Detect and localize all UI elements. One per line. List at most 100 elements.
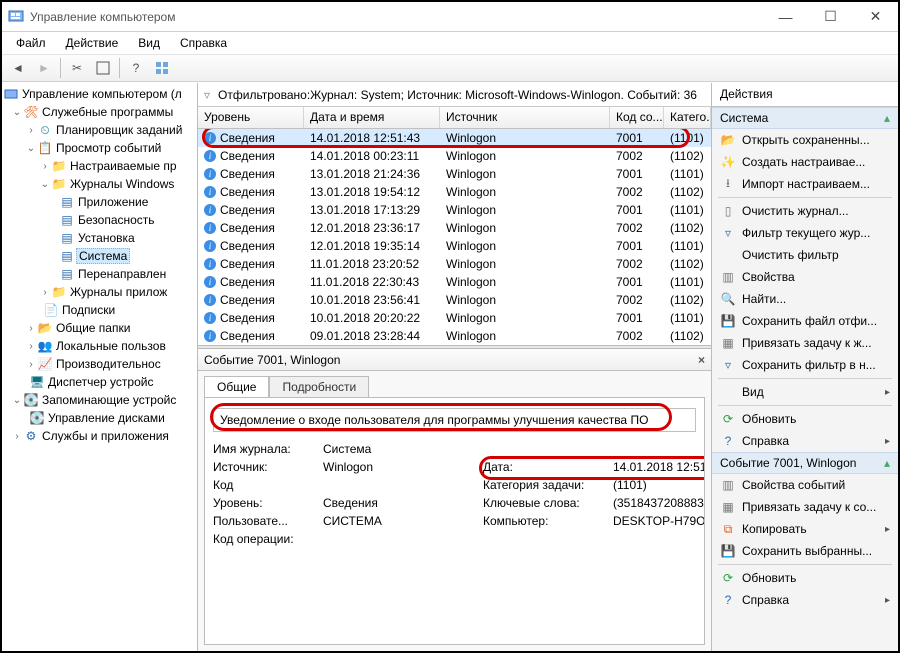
action-find[interactable]: 🔍Найти... (712, 288, 898, 310)
col-category[interactable]: Катего... (664, 107, 711, 128)
info-icon: i (204, 330, 216, 342)
table-row[interactable]: iСведения11.01.2018 22:30:43Winlogon7001… (198, 273, 711, 291)
tree-shared[interactable]: ›📂Общие папки (2, 319, 197, 337)
toolbar: ◄ ► ✂ ? (2, 54, 898, 82)
tree-storage[interactable]: ⌄💽Запоминающие устройс (2, 391, 197, 409)
event-grid[interactable]: Уровень Дата и время Источник Код со... … (198, 107, 711, 345)
details-header: Событие 7001, Winlogon × (198, 349, 711, 371)
action-help2[interactable]: ?Справка▸ (712, 589, 898, 611)
info-icon: i (204, 258, 216, 270)
copy-icon: ⧉ (720, 521, 736, 537)
menu-view[interactable]: Вид (130, 34, 168, 52)
tree-log-application[interactable]: ▤Приложение (2, 193, 197, 211)
action-clear-log[interactable]: ▯Очистить журнал... (712, 200, 898, 222)
table-row[interactable]: iСведения12.01.2018 23:36:17Winlogon7002… (198, 219, 711, 237)
tree-perf[interactable]: ›📈Производительнос (2, 355, 197, 373)
tree-eventviewer[interactable]: ⌄📋Просмотр событий (2, 139, 197, 157)
tab-general[interactable]: Общие (204, 376, 269, 398)
close-button[interactable]: ✕ (853, 3, 898, 31)
table-row[interactable]: iСведения11.01.2018 23:20:52Winlogon7002… (198, 255, 711, 273)
clear-icon: ▯ (720, 203, 736, 219)
table-row[interactable]: iСведения12.01.2018 19:35:14Winlogon7001… (198, 237, 711, 255)
tree-diskmgmt[interactable]: 💽Управление дисками (2, 409, 197, 427)
action-filter-current[interactable]: ▿Фильтр текущего жур... (712, 222, 898, 244)
toolbar-box-icon[interactable] (91, 56, 115, 80)
action-save-filter-to[interactable]: ▿Сохранить фильтр в н... (712, 354, 898, 376)
tree-customviews[interactable]: ›📁Настраиваемые пр (2, 157, 197, 175)
tree-log-forwarded[interactable]: ▤Перенаправлен (2, 265, 197, 283)
action-refresh2[interactable]: ⟳Обновить (712, 567, 898, 589)
action-save-selected[interactable]: 💾Сохранить выбранны... (712, 540, 898, 562)
actions-group-event[interactable]: Событие 7001, Winlogon▴ (712, 452, 898, 474)
table-row[interactable]: iСведения10.01.2018 23:56:41Winlogon7002… (198, 291, 711, 309)
titlebar: Управление компьютером — ☐ ✕ (2, 2, 898, 32)
details-body: Уведомление о входе пользователя для про… (204, 397, 705, 645)
new-view-icon: ✨ (720, 154, 736, 170)
tree-subscriptions[interactable]: 📄Подписки (2, 301, 197, 319)
action-import-custom[interactable]: ⭳Импорт настраиваем... (712, 173, 898, 195)
find-icon: 🔍 (720, 291, 736, 307)
action-event-props[interactable]: ▥Свойства событий (712, 474, 898, 496)
table-row[interactable]: iСведения14.01.2018 00:23:11Winlogon7002… (198, 147, 711, 165)
table-row[interactable]: iСведения13.01.2018 17:13:29Winlogon7001… (198, 201, 711, 219)
col-level[interactable]: Уровень (198, 107, 304, 128)
attach-icon: ▦ (720, 335, 736, 351)
action-copy[interactable]: ⧉Копировать▸ (712, 518, 898, 540)
action-attach-task2[interactable]: ▦Привязать задачу к со... (712, 496, 898, 518)
menu-file[interactable]: Файл (8, 34, 54, 52)
tree-localusers[interactable]: ›👥Локальные пользов (2, 337, 197, 355)
action-open-saved[interactable]: 📂Открыть сохраненны... (712, 129, 898, 151)
tree-scheduler[interactable]: ›⏲Планировщик заданий (2, 121, 197, 139)
action-save-filter-file[interactable]: 💾Сохранить файл отфи... (712, 310, 898, 332)
table-row[interactable]: iСведения09.01.2018 23:28:44Winlogon7002… (198, 327, 711, 345)
menubar: Файл Действие Вид Справка (2, 32, 898, 54)
col-source[interactable]: Источник (440, 107, 610, 128)
info-icon: i (204, 276, 216, 288)
help-icon: ? (720, 433, 736, 449)
table-row[interactable]: iСведения13.01.2018 19:54:12Winlogon7002… (198, 183, 711, 201)
minimize-button[interactable]: — (763, 3, 808, 31)
toolbar-tiles-icon[interactable] (150, 56, 174, 80)
funnel-icon: ▿ (204, 88, 210, 102)
action-view[interactable]: Вид▸ (712, 381, 898, 403)
action-refresh[interactable]: ⟳Обновить (712, 408, 898, 430)
menu-action[interactable]: Действие (58, 34, 127, 52)
action-properties[interactable]: ▥Свойства (712, 266, 898, 288)
nav-forward-button[interactable]: ► (32, 56, 56, 80)
action-attach-task[interactable]: ▦Привязать задачу к ж... (712, 332, 898, 354)
save-icon: 💾 (720, 313, 736, 329)
info-icon: i (204, 294, 216, 306)
action-create-custom[interactable]: ✨Создать настраивае... (712, 151, 898, 173)
tree-log-setup[interactable]: ▤Установка (2, 229, 197, 247)
grid-body[interactable]: iСведения14.01.2018 12:51:43Winlogon7001… (198, 129, 711, 345)
tree-devmgr[interactable]: 🖥Диспетчер устройс (2, 373, 197, 391)
tree-root[interactable]: Управление компьютером (л (2, 85, 197, 103)
tree-log-system[interactable]: ▤Система (2, 247, 197, 265)
details-close-button[interactable]: × (698, 353, 705, 367)
info-icon: i (204, 240, 216, 252)
tree-services[interactable]: ⌄🛠Служебные программы (2, 103, 197, 121)
col-eventid[interactable]: Код со... (610, 107, 664, 128)
tree-appsrvlogs[interactable]: ›📁Журналы прилож (2, 283, 197, 301)
import-icon: ⭳ (720, 176, 736, 192)
tree-pane[interactable]: Управление компьютером (л ⌄🛠Служебные пр… (2, 83, 198, 651)
col-datetime[interactable]: Дата и время (304, 107, 440, 128)
table-row[interactable]: iСведения10.01.2018 20:20:22Winlogon7001… (198, 309, 711, 327)
grid-header[interactable]: Уровень Дата и время Источник Код со... … (198, 107, 711, 129)
table-row[interactable]: iСведения13.01.2018 21:24:36Winlogon7001… (198, 165, 711, 183)
nav-back-button[interactable]: ◄ (6, 56, 30, 80)
menu-help[interactable]: Справка (172, 34, 235, 52)
toolbar-help-icon[interactable]: ? (124, 56, 148, 80)
tree-svcapps[interactable]: ›⚙Службы и приложения (2, 427, 197, 445)
tab-details[interactable]: Подробности (269, 376, 369, 398)
actions-group-system[interactable]: Система▴ (712, 107, 898, 129)
tree-winlogs[interactable]: ⌄📁Журналы Windows (2, 175, 197, 193)
info-icon: i (204, 204, 216, 216)
toolbar-cut-icon[interactable]: ✂ (65, 56, 89, 80)
refresh-icon: ⟳ (720, 411, 736, 427)
action-clear-filter[interactable]: Очистить фильтр (712, 244, 898, 266)
tree-log-security[interactable]: ▤Безопасность (2, 211, 197, 229)
table-row[interactable]: iСведения14.01.2018 12:51:43Winlogon7001… (198, 129, 711, 147)
maximize-button[interactable]: ☐ (808, 3, 853, 31)
action-help[interactable]: ?Справка▸ (712, 430, 898, 452)
